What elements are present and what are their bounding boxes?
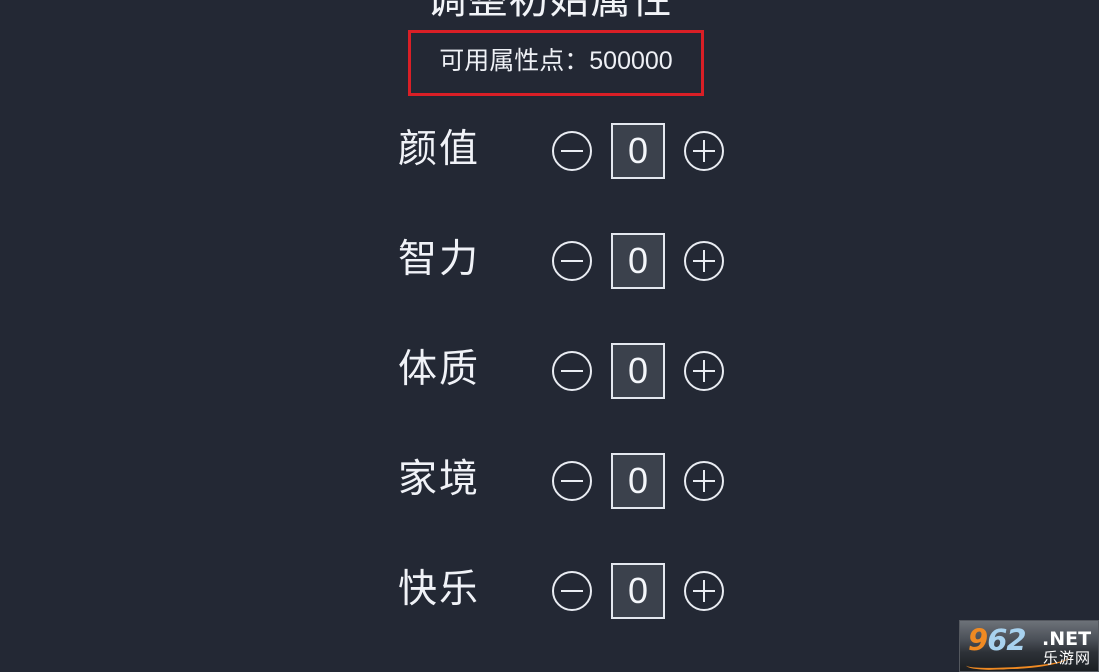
- minus-circle-icon[interactable]: [552, 131, 592, 171]
- available-points-highlight-box: 可用属性点：500000: [408, 30, 704, 96]
- attribute-list: 颜值 0 智力 0 体质 0 家境 0 快乐 0: [0, 121, 1099, 671]
- attribute-label: 快乐: [397, 568, 480, 611]
- plus-circle-icon[interactable]: [684, 461, 724, 501]
- watermark-inner: 962 .NET 乐游网: [960, 621, 1098, 671]
- attribute-value-box[interactable]: 0: [611, 453, 665, 509]
- attribute-stepper: 0: [552, 341, 724, 401]
- attribute-row-yanzhi: 颜值 0: [0, 121, 1099, 231]
- attribute-stepper: 0: [552, 561, 724, 621]
- watermark-domain: .NET: [1042, 628, 1092, 650]
- minus-bar: [561, 480, 583, 482]
- plus-bar-vertical: [703, 140, 705, 162]
- attribute-stepper: 0: [552, 451, 724, 511]
- plus-circle-icon[interactable]: [684, 571, 724, 611]
- plus-bar-vertical: [703, 470, 705, 492]
- plus-circle-icon[interactable]: [684, 351, 724, 391]
- attribute-label: 智力: [397, 238, 480, 281]
- attribute-label: 体质: [397, 348, 480, 391]
- plus-bar-vertical: [703, 580, 705, 602]
- minus-bar: [561, 150, 583, 152]
- minus-bar: [561, 370, 583, 372]
- minus-circle-icon[interactable]: [552, 351, 592, 391]
- attribute-value: 0: [627, 240, 649, 281]
- minus-circle-icon[interactable]: [552, 241, 592, 281]
- attribute-label: 家境: [397, 458, 480, 501]
- attribute-value: 0: [627, 460, 649, 501]
- plus-circle-icon[interactable]: [684, 131, 724, 171]
- available-points-label: 可用属性点：500000: [439, 47, 673, 75]
- minus-circle-icon[interactable]: [552, 571, 592, 611]
- attribute-row-zhili: 智力 0: [0, 231, 1099, 341]
- attribute-stepper: 0: [552, 121, 724, 181]
- attribute-value: 0: [627, 570, 649, 611]
- attribute-value: 0: [627, 130, 649, 171]
- game-attribute-screen: 调整初始属性 可用属性点：500000 颜值 0 智力 0 体质 0 家境 0 …: [0, 0, 1099, 672]
- attribute-row-kuaile: 快乐 0: [0, 561, 1099, 671]
- attribute-value-box[interactable]: 0: [611, 233, 665, 289]
- attribute-row-jiajing: 家境 0: [0, 451, 1099, 561]
- attribute-value: 0: [627, 350, 649, 391]
- attribute-label: 颜值: [397, 128, 480, 171]
- attribute-value-box[interactable]: 0: [611, 563, 665, 619]
- site-watermark-logo: 962 .NET 乐游网: [959, 620, 1099, 672]
- attribute-row-tizhi: 体质 0: [0, 341, 1099, 451]
- plus-bar-vertical: [703, 250, 705, 272]
- watermark-cn-name: 乐游网: [1042, 650, 1091, 667]
- minus-circle-icon[interactable]: [552, 461, 592, 501]
- minus-bar: [561, 590, 583, 592]
- plus-circle-icon[interactable]: [684, 241, 724, 281]
- plus-bar-vertical: [703, 360, 705, 382]
- attribute-value-box[interactable]: 0: [611, 343, 665, 399]
- page-title: 调整初始属性: [426, 0, 673, 22]
- attribute-stepper: 0: [552, 231, 724, 291]
- minus-bar: [561, 260, 583, 262]
- attribute-value-box[interactable]: 0: [611, 123, 665, 179]
